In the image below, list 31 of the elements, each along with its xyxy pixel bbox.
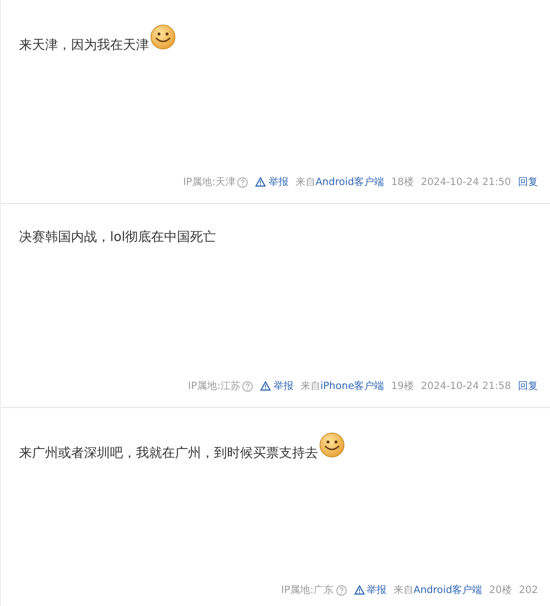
post-text: 来广州或者深圳吧，我就在广州，到时候买票支持去 <box>19 445 318 463</box>
report-link[interactable]: 举报 <box>354 583 386 597</box>
post-text: 来天津，因为我在天津 <box>19 37 149 55</box>
post-time: 2024-10-24 21:50 <box>420 176 511 188</box>
report-link[interactable]: 举报 <box>260 379 294 393</box>
ip-location: IP属地:广东 <box>281 584 334 597</box>
floor-number: 20楼 <box>489 584 512 597</box>
reply-link[interactable]: 回复 <box>518 379 538 393</box>
ip-location: IP属地:天津 <box>183 176 236 189</box>
source-label: 来自 <box>394 584 414 597</box>
help-icon[interactable] <box>237 176 248 188</box>
floor-number: 19楼 <box>391 380 414 393</box>
warning-icon <box>255 177 266 187</box>
client-link[interactable]: Android客户端 <box>414 583 482 597</box>
help-icon[interactable] <box>336 584 346 596</box>
ip-location: IP属地:江苏 <box>188 380 240 393</box>
post-time: 202 <box>518 584 538 596</box>
reply-link[interactable]: 回复 <box>518 175 538 189</box>
client-link[interactable]: Android客户端 <box>315 175 384 189</box>
help-icon[interactable] <box>242 380 254 392</box>
source-label: 来自 <box>295 176 316 189</box>
post-time: 2024-10-24 21:58 <box>420 380 511 392</box>
smiley-icon <box>319 432 345 458</box>
report-link[interactable]: 举报 <box>255 175 288 189</box>
client-link[interactable]: iPhone客户端 <box>320 379 384 393</box>
floor-number: 18楼 <box>391 176 414 189</box>
warning-icon <box>260 381 272 391</box>
warning-icon <box>354 585 364 595</box>
source-label: 来自 <box>300 380 320 393</box>
post-text: 决赛韩国内战，lol彻底在中国死亡 <box>19 229 216 247</box>
smiley-icon <box>150 24 176 50</box>
